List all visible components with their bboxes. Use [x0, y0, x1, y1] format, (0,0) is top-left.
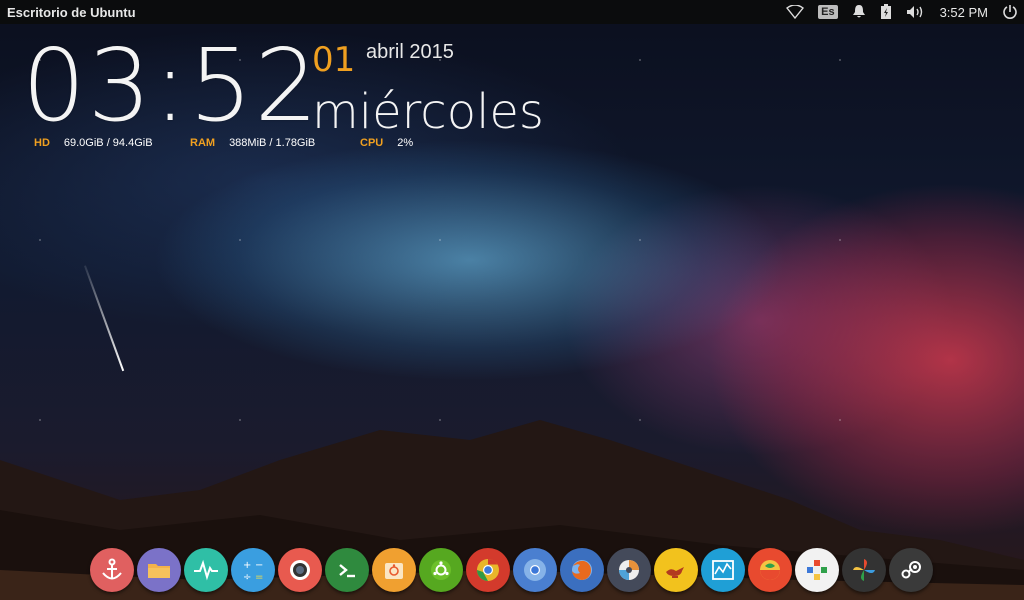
terminal-icon[interactable]	[325, 548, 369, 592]
svg-text:−: −	[255, 560, 263, 571]
svg-text:=: =	[255, 572, 263, 583]
ubuntu-software-center-icon[interactable]	[372, 548, 416, 592]
panel-title: Escritorio de Ubuntu	[7, 4, 136, 20]
conky-day: 01	[312, 40, 356, 80]
cpu-label: CPU	[360, 137, 384, 149]
battery-icon[interactable]	[880, 0, 892, 24]
hd-label: HD	[34, 137, 50, 149]
top-panel: Escritorio de Ubuntu Es 3:52 PM	[0, 0, 1024, 24]
camera-icon[interactable]	[278, 548, 322, 592]
chrome-icon[interactable]	[466, 548, 510, 592]
notification-bell-icon[interactable]	[852, 0, 866, 24]
firefox-icon[interactable]	[560, 548, 604, 592]
conky-weekday: miércoles	[312, 84, 544, 140]
ubuntu-tweak-icon[interactable]	[419, 548, 463, 592]
files-folder-icon[interactable]	[137, 548, 181, 592]
svg-text:÷: ÷	[243, 572, 251, 583]
cpu-value: 2%	[397, 137, 414, 149]
ram-label: RAM	[190, 137, 216, 149]
volume-icon[interactable]	[906, 0, 926, 24]
system-monitor-icon[interactable]	[184, 548, 228, 592]
conky-time: 03:52	[22, 27, 321, 144]
conky-month-year: abril 2015	[366, 41, 454, 63]
indicator-area: Es 3:52 PM	[772, 0, 1018, 24]
ram-stat: RAM 388MiB / 1.78GiB	[190, 137, 315, 149]
panel-clock[interactable]: 3:52 PM	[940, 0, 988, 24]
disk-tool-icon[interactable]	[607, 548, 651, 592]
wifi-icon[interactable]	[786, 0, 805, 24]
dock: + − ÷ =	[90, 548, 933, 592]
ram-value: 388MiB / 1.78GiB	[229, 137, 316, 149]
anchor-app-icon[interactable]	[90, 548, 134, 592]
monitor-chart-icon[interactable]	[701, 548, 745, 592]
cpu-stat: CPU 2%	[360, 137, 413, 149]
genie-lamp-icon[interactable]	[654, 548, 698, 592]
language-indicator[interactable]: Es	[818, 0, 838, 24]
hd-stat: HD 69.0GiB / 94.4GiB	[34, 137, 153, 149]
chromium-icon[interactable]	[513, 548, 557, 592]
pinwheel-icon[interactable]	[842, 548, 886, 592]
calculator-icon[interactable]: + − ÷ =	[231, 548, 275, 592]
plus-app-icon[interactable]	[795, 548, 839, 592]
hd-value: 69.0GiB / 94.4GiB	[63, 137, 153, 149]
steam-icon[interactable]	[889, 548, 933, 592]
language-label: Es	[818, 5, 838, 19]
power-icon[interactable]	[1002, 0, 1018, 24]
svg-text:+: +	[243, 560, 251, 571]
rhythmbox-icon[interactable]	[748, 548, 792, 592]
